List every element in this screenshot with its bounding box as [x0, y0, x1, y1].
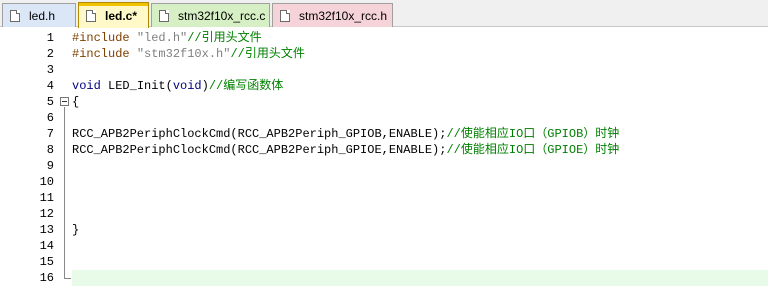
tab-led-h[interactable]: led.h — [2, 3, 76, 27]
line-number: 11 — [39, 191, 54, 205]
code-line[interactable]: #include "stm32f10x.h"//引用头文件 — [72, 46, 768, 62]
code-line[interactable] — [72, 62, 768, 78]
code-token: void — [172, 79, 202, 93]
fold-margin — [58, 28, 72, 302]
line-number: 8 — [46, 143, 54, 157]
code-line[interactable] — [72, 190, 768, 206]
code-line[interactable]: #include "led.h"//引用头文件 — [72, 30, 768, 46]
line-number: 1 — [46, 31, 54, 45]
code-token: "led.h" — [136, 31, 188, 45]
active-tab-indicator — [79, 3, 148, 6]
code-token: void — [72, 79, 101, 93]
code-token: } — [72, 223, 80, 237]
code-token: //引用头文件 — [230, 47, 305, 61]
file-icon — [86, 9, 96, 22]
code-token: ) — [201, 79, 209, 93]
tab-stm32f10x-rcc-h[interactable]: stm32f10x_rcc.h — [272, 3, 393, 27]
line-number: 16 — [39, 271, 54, 285]
code-token: //引用头文件 — [187, 31, 262, 45]
code-line[interactable] — [72, 174, 768, 190]
code-line[interactable] — [72, 238, 768, 254]
code-token: //使能相应IO口（GPIOB）时钟 — [446, 127, 620, 141]
code-token: //使能相应IO口（GPIOE）时钟 — [446, 143, 620, 157]
tab-label: stm32f10x_rcc.h — [299, 8, 388, 23]
tab-led-c[interactable]: led.c* — [78, 2, 149, 28]
code-token: //编写函数体 — [208, 79, 284, 93]
code-line[interactable]: RCC_APB2PeriphClockCmd(RCC_APB2Periph_GP… — [72, 126, 768, 142]
code-token: "stm32f10x.h" — [136, 47, 231, 61]
code-line[interactable] — [72, 158, 768, 174]
line-number: 9 — [46, 159, 54, 173]
code-line[interactable] — [72, 110, 768, 126]
line-number: 12 — [39, 207, 54, 221]
fold-guide-line — [64, 107, 65, 278]
file-icon — [10, 9, 20, 22]
code-token: RCC_APB2PeriphClockCmd(RCC_APB2Periph_GP… — [72, 143, 447, 157]
code-token: RCC_APB2PeriphClockCmd(RCC_APB2Periph_GP… — [72, 127, 447, 141]
code-editor[interactable]: 1 #include "led.h"//引用头文件 2 #include "stm32… — [0, 28, 768, 302]
code-line[interactable] — [72, 206, 768, 222]
tab-bar: led.h led.c* stm32f10x_rcc.c stm32f10x_r… — [0, 0, 768, 28]
code-line[interactable]: { — [72, 94, 768, 110]
fold-collapse-icon[interactable] — [60, 97, 69, 106]
code-line[interactable] — [72, 254, 768, 270]
file-icon — [159, 9, 169, 22]
tab-label: stm32f10x_rcc.c — [178, 8, 266, 23]
code-token: { — [72, 95, 80, 109]
file-icon — [280, 9, 290, 22]
code-token: #include — [72, 31, 137, 45]
fold-end-marker — [64, 278, 71, 279]
line-number: 5 — [46, 95, 54, 109]
line-number: 3 — [46, 63, 54, 77]
tab-label: led.h — [29, 8, 56, 23]
line-number: 4 — [46, 79, 54, 93]
line-number: 7 — [46, 127, 54, 141]
line-number: 10 — [39, 175, 54, 189]
line-number: 2 — [46, 47, 54, 61]
line-number: 15 — [39, 255, 54, 269]
line-number: 13 — [39, 223, 54, 237]
line-number: 6 — [46, 111, 54, 125]
code-line[interactable]: RCC_APB2PeriphClockCmd(RCC_APB2Periph_GP… — [72, 142, 768, 158]
current-code-line[interactable] — [72, 270, 768, 286]
tab-label: led.c* — [105, 8, 138, 23]
code-line[interactable]: } — [72, 222, 768, 238]
tab-stm32f10x-rcc-c[interactable]: stm32f10x_rcc.c — [151, 3, 270, 27]
code-token: LED_Init( — [100, 79, 173, 93]
code-token: #include — [72, 47, 137, 61]
line-number: 14 — [39, 239, 54, 253]
code-line[interactable]: void LED_Init(void)//编写函数体 — [72, 78, 768, 94]
